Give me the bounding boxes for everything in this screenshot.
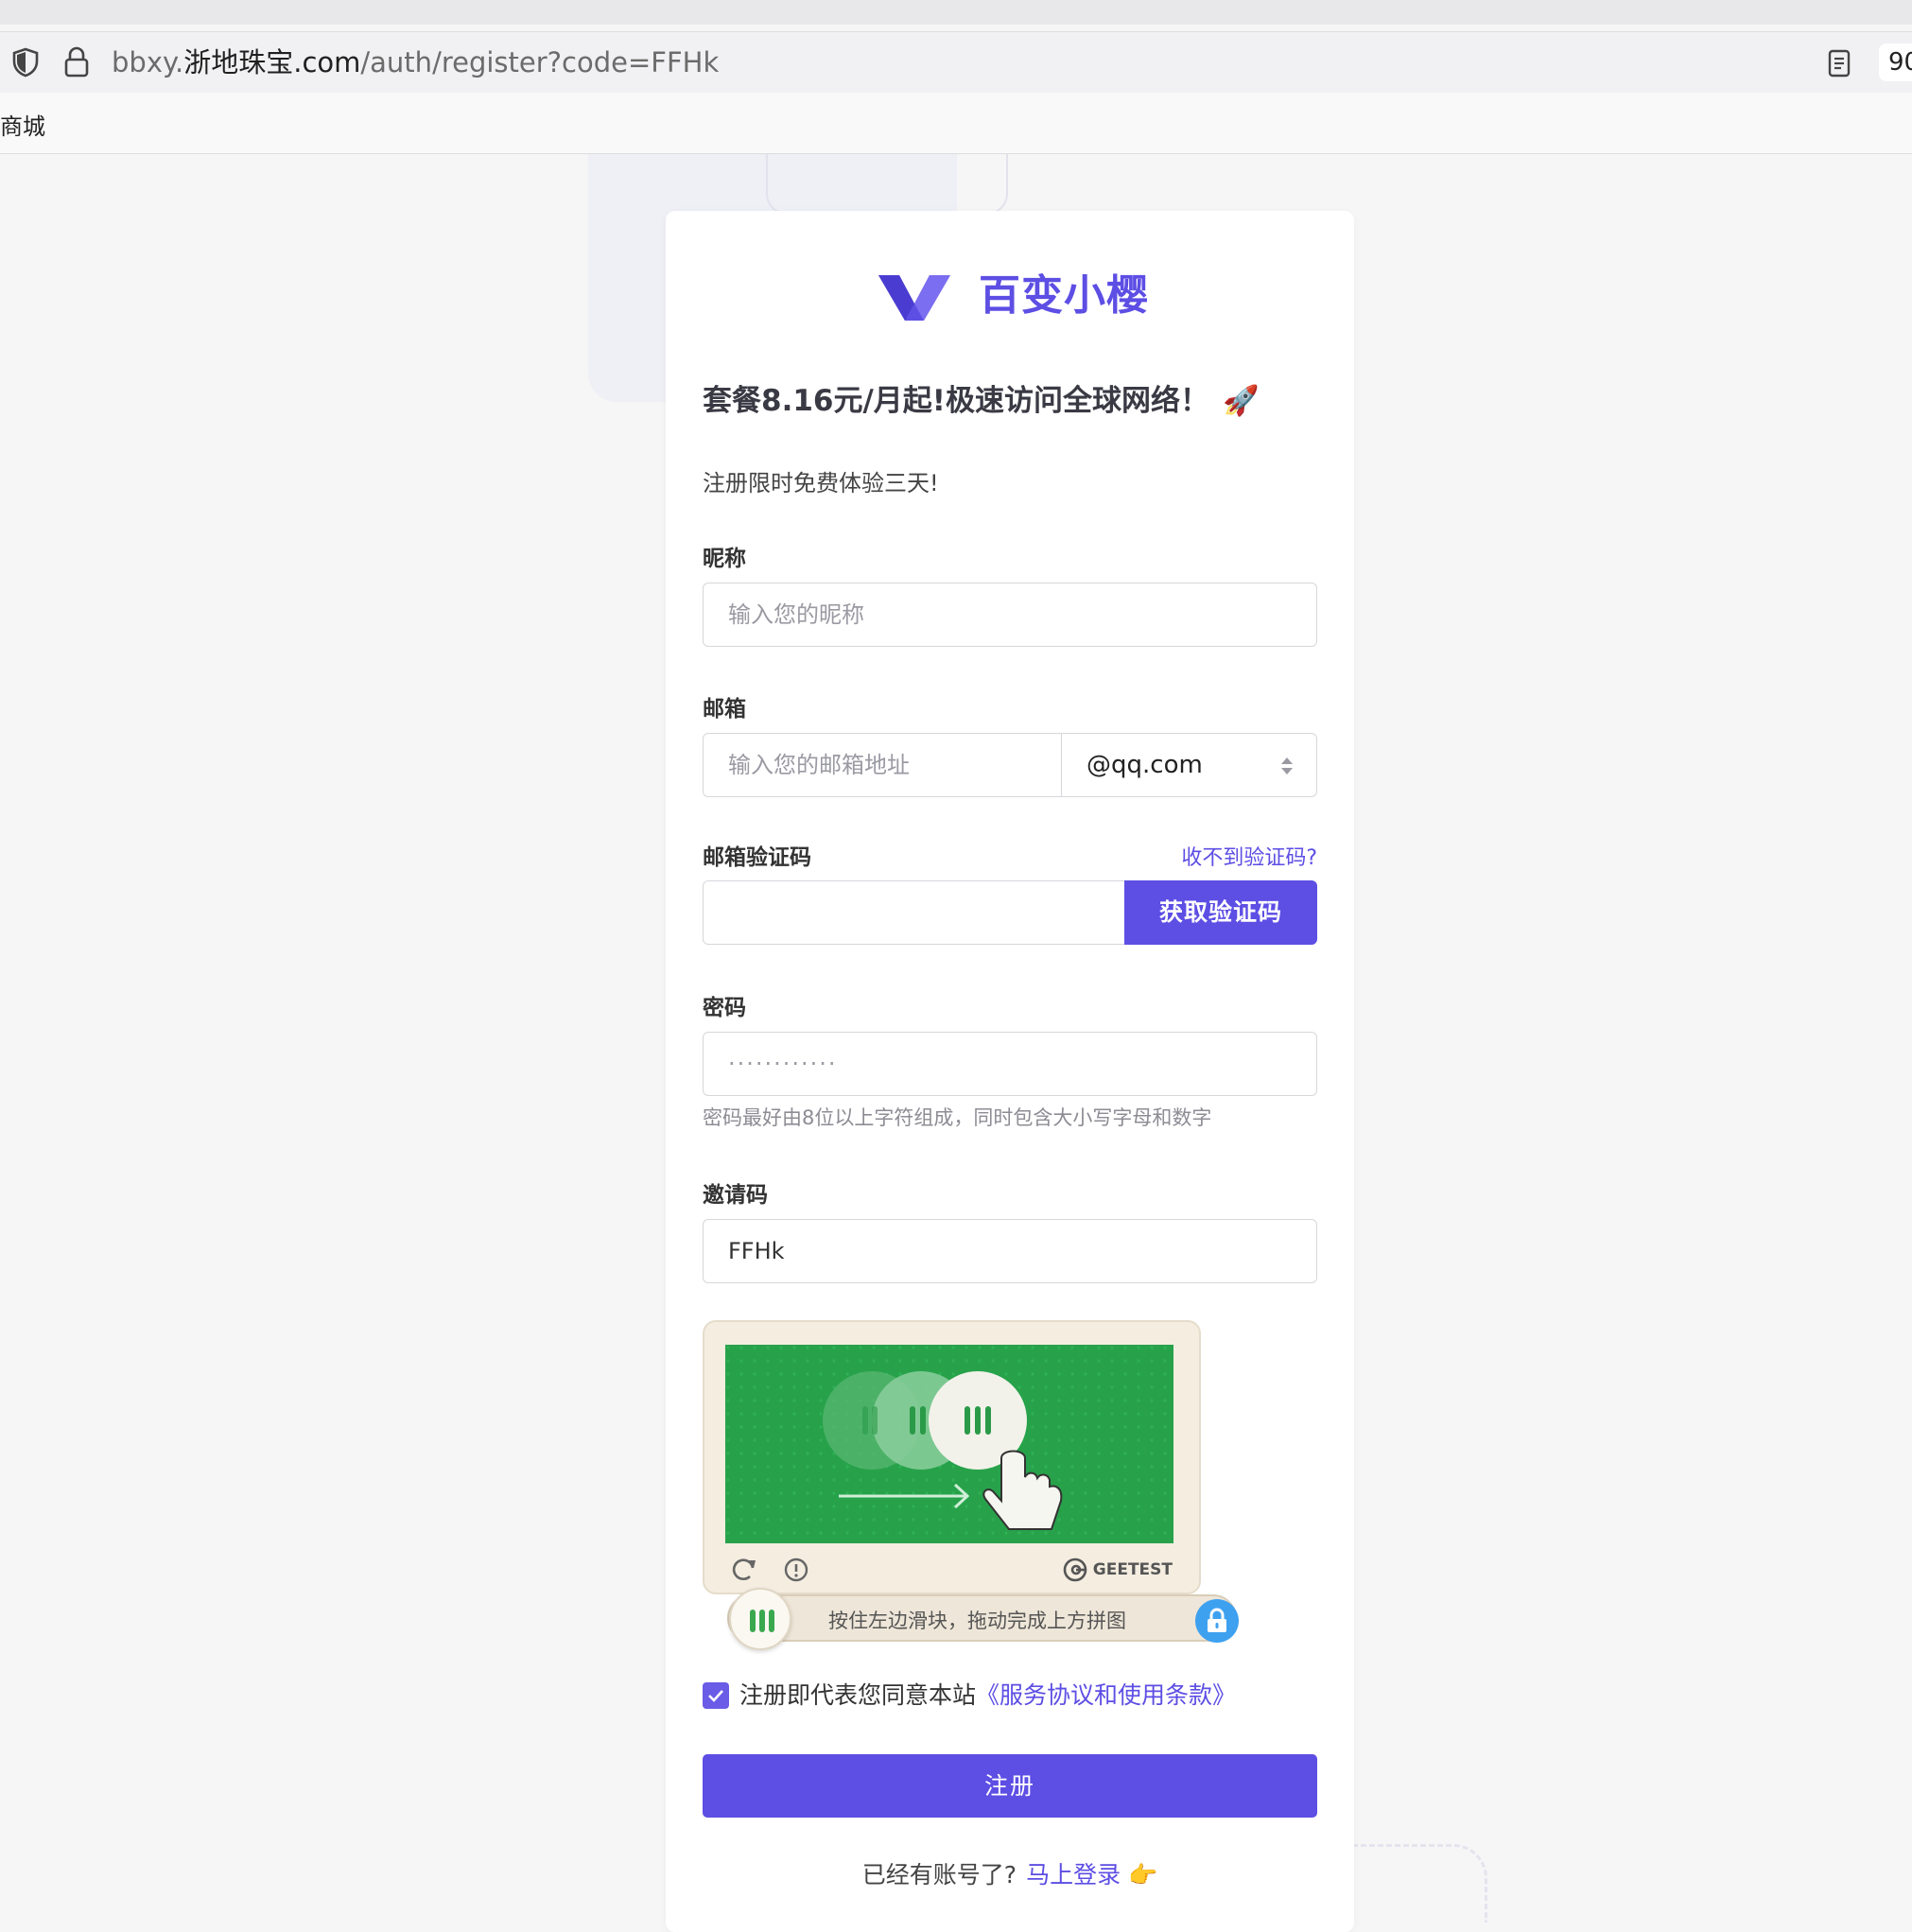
email-code-row: 获取验证码 [703,880,1317,945]
browser-url-bar[interactable]: bbxy.浙地珠宝.com/auth/register?code=FFHk 90 [0,31,1912,93]
invite-input[interactable] [704,1220,1316,1282]
register-card: 百变小樱 套餐8.16元/月起!极速访问全球网络！ 🚀 注册限时免费体验三天! 昵… [666,211,1354,1932]
invite-field[interactable] [703,1219,1317,1283]
promo-headline: 套餐8.16元/月起!极速访问全球网络！ 🚀 [703,384,1260,418]
url-text[interactable]: bbxy.浙地珠宝.com/auth/register?code=FFHk [112,45,719,79]
email-code-field[interactable] [703,880,1126,945]
email-code-label: 邮箱验证码 [703,845,811,870]
shield-icon[interactable] [11,47,40,78]
captcha-refresh-icon[interactable] [731,1557,757,1583]
captcha-slider-track[interactable]: 按住左边滑块，拖动完成上方拼图 [727,1594,1237,1642]
bookmarks-bar: 商城 [0,93,1912,154]
background-decoration [766,154,1008,215]
email-input[interactable] [704,734,1061,796]
captcha-lock-button[interactable] [1195,1599,1239,1643]
captcha-puzzle-image [725,1345,1173,1543]
terms-link[interactable]: 《服务协议和使用条款》 [976,1681,1236,1709]
brand-name: 百变小樱 [979,271,1149,320]
no-code-help-link[interactable]: 收不到验证码? [1181,841,1317,871]
agreement-checkbox[interactable] [703,1682,729,1709]
email-field[interactable] [703,733,1062,797]
email-domain-value: @qq.com [1086,751,1203,779]
browser-tab-strip [0,0,1912,25]
captcha-slider-handle[interactable] [729,1588,791,1650]
email-row: @qq.com [703,733,1317,797]
email-label: 邮箱 [703,697,746,722]
pointing-hand-icon: 👉 [1128,1861,1158,1888]
email-domain-select[interactable]: @qq.com [1061,733,1317,797]
captcha-illustration [725,1345,1173,1543]
nickname-field[interactable] [703,583,1317,647]
password-hint: 密码最好由8位以上字符组成，同时包含大小写字母和数字 [703,1106,1212,1129]
nickname-input[interactable] [704,583,1316,646]
select-arrows-icon [1281,757,1293,775]
check-icon [708,1690,723,1702]
grip-icon [750,1610,774,1632]
nickname-label: 昵称 [703,547,746,571]
password-input[interactable] [704,1033,1316,1095]
geetest-icon [1063,1558,1087,1582]
geetest-captcha: GEETEST [703,1320,1201,1594]
email-code-input[interactable] [704,881,1125,944]
password-field[interactable] [703,1032,1317,1096]
login-link[interactable]: 马上登录 👉 [1026,1861,1157,1888]
lock-icon[interactable] [62,45,91,78]
lock-icon [1208,1608,1226,1632]
invite-label: 邀请码 [703,1183,768,1208]
zoom-level[interactable]: 90 [1879,44,1912,81]
agreement-text: 注册即代表您同意本站《服务协议和使用条款》 [739,1681,1237,1709]
bookmark-item[interactable]: 商城 [0,108,45,141]
background-decoration [1352,1844,1487,1923]
login-prompt: 已经有账号了? 马上登录 👉 [861,1861,1158,1888]
captcha-slider-text: 按住左边滑块，拖动完成上方拼图 [828,1610,1126,1632]
geetest-logo: GEETEST [1063,1557,1173,1583]
brand-logo-icon [878,275,950,321]
password-label: 密码 [703,996,746,1020]
register-button[interactable]: 注册 [703,1754,1317,1818]
get-code-button[interactable]: 获取验证码 [1124,880,1317,945]
promo-subline: 注册限时免费体验三天! [703,470,939,496]
captcha-feedback-icon[interactable] [784,1558,808,1582]
rocket-icon: 🚀 [1222,384,1260,418]
reader-view-icon[interactable] [1828,49,1851,78]
